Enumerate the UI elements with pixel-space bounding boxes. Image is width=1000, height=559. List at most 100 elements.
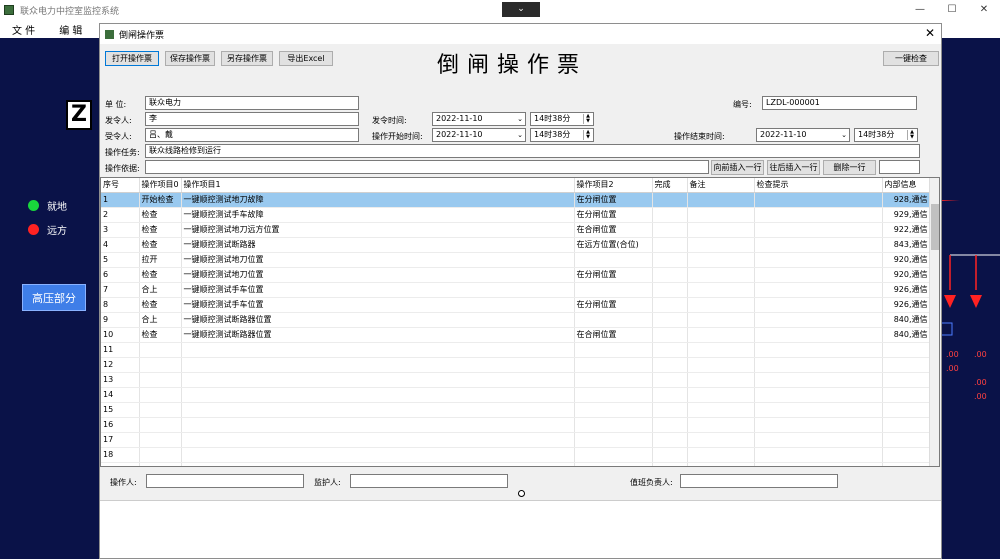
menu-edit[interactable]: 编 辑 (59, 22, 82, 37)
table-cell[interactable]: 922,通信 (882, 222, 932, 238)
table-cell[interactable]: 检查 (139, 222, 182, 238)
table-cell[interactable] (754, 372, 883, 388)
table-cell[interactable] (882, 462, 932, 466)
table-cell[interactable] (754, 222, 883, 238)
table-cell[interactable] (754, 312, 883, 328)
table-cell[interactable] (139, 462, 182, 466)
table-cell[interactable]: 一键顺控测试地刀远方位置 (181, 222, 575, 238)
table-cell[interactable]: 929,通信 (882, 207, 932, 223)
issuer-field[interactable]: 李 (145, 112, 359, 126)
table-cell[interactable]: 一键顺控测试地刀故障 (181, 192, 575, 208)
supervisor-field[interactable] (350, 474, 508, 488)
table-cell[interactable] (181, 402, 575, 418)
table-cell[interactable]: 检查 (139, 327, 182, 343)
table-cell[interactable] (652, 297, 688, 313)
table-cell[interactable]: 一键顺控测试手车位置 (181, 297, 575, 313)
table-row[interactable]: 19 (101, 462, 932, 466)
table-row[interactable]: 2 检查 一键顺控测试手车故障 在分闸位置 929,通信 (101, 207, 932, 223)
table-cell[interactable] (754, 432, 883, 448)
table-cell[interactable]: 在分闸位置 (574, 297, 653, 313)
save-ticket-button[interactable]: 保存操作票 (165, 51, 215, 66)
spinner-icon[interactable]: ▲ ▼ (583, 114, 592, 124)
table-cell[interactable] (652, 432, 688, 448)
maximize-icon[interactable]: ☐ (936, 0, 968, 20)
table-cell[interactable]: 一键顺控测试地刀位置 (181, 252, 575, 268)
table-cell[interactable] (181, 432, 575, 448)
table-cell[interactable] (882, 402, 932, 418)
operator-field[interactable] (146, 474, 304, 488)
table-cell[interactable] (181, 357, 575, 373)
table-row[interactable]: 12 (101, 357, 932, 373)
table-row[interactable]: 1 开始检查 一键顺控测试地刀故障 在分闸位置 928,通信 (101, 192, 932, 208)
table-row[interactable]: 14 (101, 387, 932, 403)
table-cell[interactable] (687, 192, 755, 208)
table-row[interactable]: 15 (101, 402, 932, 418)
table-cell[interactable] (687, 357, 755, 373)
table-cell[interactable] (687, 402, 755, 418)
table-cell[interactable]: 926,通信 (882, 282, 932, 298)
column-header[interactable]: 备注 (687, 178, 755, 193)
table-cell[interactable]: 926,通信 (882, 297, 932, 313)
table-cell[interactable] (139, 417, 182, 433)
table-cell[interactable] (181, 447, 575, 463)
task-field[interactable]: 联众线路检修到运行 (145, 144, 920, 158)
table-cell[interactable] (574, 387, 653, 403)
shift-lead-field[interactable] (680, 474, 838, 488)
table-cell[interactable] (754, 267, 883, 283)
table-cell[interactable]: 检查 (139, 237, 182, 253)
table-cell[interactable] (754, 282, 883, 298)
table-cell[interactable] (139, 357, 182, 373)
column-header[interactable]: 内部信息 (882, 178, 932, 193)
save-as-ticket-button[interactable]: 另存操作票 (221, 51, 273, 66)
table-row[interactable]: 11 (101, 342, 932, 358)
table-cell[interactable]: 检查 (139, 267, 182, 283)
table-cell[interactable] (687, 342, 755, 358)
table-cell[interactable] (882, 387, 932, 403)
table-cell[interactable] (181, 342, 575, 358)
table-cell[interactable]: 在合闸位置 (574, 327, 653, 343)
table-cell[interactable] (574, 312, 653, 328)
number-field[interactable]: LZDL-000001 (762, 96, 917, 110)
table-cell[interactable] (652, 342, 688, 358)
table-cell[interactable] (754, 237, 883, 253)
table-cell[interactable]: 在分闸位置 (574, 207, 653, 223)
table-cell[interactable] (652, 207, 688, 223)
start-date-select[interactable]: 2022-11-10 ⌄ (432, 128, 526, 142)
open-ticket-button[interactable]: 打开操作票 (105, 51, 159, 66)
table-cell[interactable]: 在分闸位置 (574, 192, 653, 208)
issue-time-spinner[interactable]: 14时38分 ▲ ▼ (530, 112, 594, 126)
table-cell[interactable]: 合上 (139, 312, 182, 328)
table-cell[interactable] (882, 372, 932, 388)
table-row[interactable]: 6 检查 一键顺控测试地刀位置 在分闸位置 920,通信 (101, 267, 932, 283)
table-cell[interactable] (652, 222, 688, 238)
end-date-select[interactable]: 2022-11-10 ⌄ (756, 128, 850, 142)
column-header[interactable]: 检查提示 (754, 178, 883, 193)
table-cell[interactable] (687, 252, 755, 268)
close-icon[interactable]: ✕ (968, 0, 1000, 20)
table-cell[interactable]: 11 (101, 342, 140, 358)
table-cell[interactable] (652, 417, 688, 433)
table-cell[interactable]: 一键顺控测试断路器位置 (181, 327, 575, 343)
table-cell[interactable]: 一键顺控测试手车位置 (181, 282, 575, 298)
table-cell[interactable] (139, 447, 182, 463)
spinner-icon[interactable]: ▲ ▼ (583, 130, 592, 140)
insert-after-button[interactable]: 往后插入一行 (767, 160, 820, 175)
table-cell[interactable] (754, 387, 883, 403)
table-row[interactable]: 17 (101, 432, 932, 448)
table-cell[interactable] (652, 327, 688, 343)
table-cell[interactable] (882, 447, 932, 463)
table-row[interactable]: 9 合上 一键顺控测试断路器位置 840,通信 (101, 312, 932, 328)
table-cell[interactable] (574, 402, 653, 418)
minimize-icon[interactable]: — (904, 0, 936, 20)
insert-before-button[interactable]: 向前插入一行 (711, 160, 764, 175)
table-cell[interactable] (687, 432, 755, 448)
delete-row-button[interactable]: 删除一行 (823, 160, 876, 175)
table-cell[interactable] (687, 447, 755, 463)
table-cell[interactable] (754, 417, 883, 433)
table-cell[interactable] (574, 252, 653, 268)
table-cell[interactable] (181, 372, 575, 388)
table-cell[interactable] (574, 447, 653, 463)
table-cell[interactable] (574, 372, 653, 388)
table-cell[interactable]: 一键顺控测试地刀位置 (181, 267, 575, 283)
table-cell[interactable]: 一键顺控测试断路器 (181, 237, 575, 253)
